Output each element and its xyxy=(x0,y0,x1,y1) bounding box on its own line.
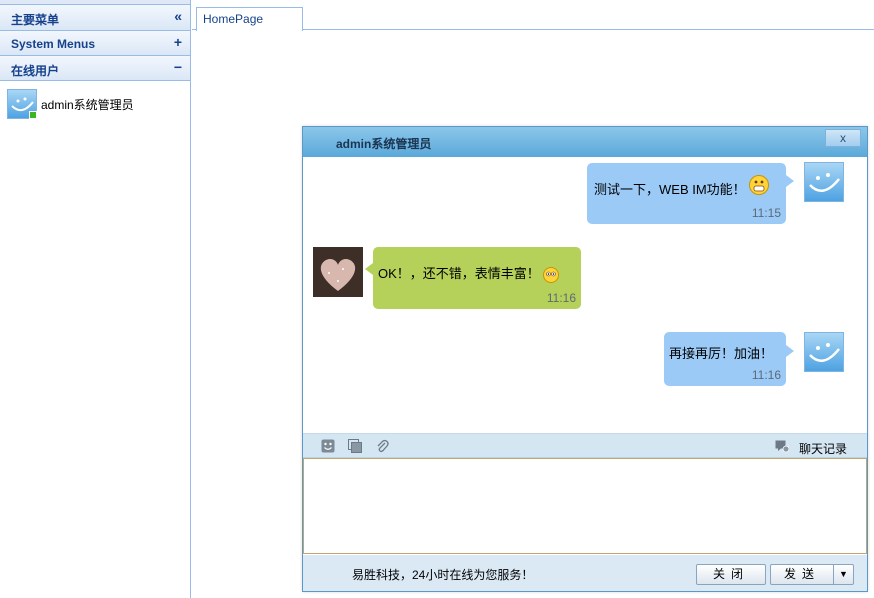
panel-online-users[interactable]: 在线用户 − xyxy=(0,56,190,81)
chat-window: admin系统管理员 x 测试一下，WEB IM功能！ 11:15 OK！，还不… xyxy=(302,126,868,592)
grin-emoji-icon xyxy=(749,174,770,195)
footer-text: 易胜科技，24小时在线为您服务！ xyxy=(352,568,534,582)
panel-title: System Menus xyxy=(11,37,96,51)
send-button-label: 发送 xyxy=(783,567,820,581)
chat-title: admin系统管理员 xyxy=(336,137,432,151)
online-user-item[interactable]: admin系统管理员 xyxy=(7,89,190,121)
collapse-icon[interactable]: − xyxy=(174,59,182,75)
chat-footer: 易胜科技，24小时在线为您服务！ 关闭 发送 ▼ xyxy=(303,555,867,591)
message-text: 测试一下，WEB IM功能！ xyxy=(594,174,770,201)
avatar xyxy=(313,247,363,297)
online-user-list: admin系统管理员 xyxy=(0,81,190,121)
message-bubble: OK！，还不错，表情丰富！ 11:16 xyxy=(373,247,581,309)
bubble-arrow xyxy=(786,175,794,187)
online-user-name: admin系统管理员 xyxy=(41,98,134,112)
message-list[interactable]: 测试一下，WEB IM功能！ 11:15 OK！，还不错，表情丰富！ 11:16… xyxy=(303,157,867,434)
chat-history-icon[interactable] xyxy=(775,439,790,453)
shy-emoji-icon xyxy=(543,266,560,283)
attachment-icon[interactable] xyxy=(375,439,389,453)
panel-system-menus[interactable]: System Menus + xyxy=(0,31,190,56)
chevron-down-icon[interactable]: ▼ xyxy=(833,565,853,584)
panel-main-menu[interactable]: 主要菜单 « xyxy=(0,5,190,31)
tab-bar: HomePage xyxy=(192,0,874,31)
avatar xyxy=(804,332,844,372)
avatar xyxy=(804,162,844,202)
image-icon[interactable] xyxy=(348,439,362,453)
chat-window-header[interactable]: admin系统管理员 x xyxy=(303,127,867,157)
message-text: OK！，还不错，表情丰富！ xyxy=(378,263,560,283)
left-sidebar: 主要菜单 « System Menus + 在线用户 − admin系统管理员 xyxy=(0,0,191,598)
chat-toolbar: 聊天记录 xyxy=(303,434,867,458)
online-status-icon xyxy=(29,111,37,119)
tab-homepage[interactable]: HomePage xyxy=(196,7,303,31)
message-bubble: 测试一下，WEB IM功能！ 11:15 xyxy=(587,163,786,224)
send-button[interactable]: 发送 ▼ xyxy=(770,564,854,585)
message-input[interactable] xyxy=(303,458,867,554)
expand-icon[interactable]: + xyxy=(174,34,182,50)
chat-history-link[interactable]: 聊天记录 xyxy=(799,440,847,457)
emoji-icon[interactable] xyxy=(321,439,335,453)
close-icon[interactable]: x xyxy=(825,129,861,147)
message-bubble: 再接再厉！加油！ 11:16 xyxy=(664,332,786,386)
message-time: 11:16 xyxy=(751,368,781,382)
message-time: 11:15 xyxy=(751,206,781,220)
panel-title: 主要菜单 xyxy=(11,13,60,27)
panel-title: 在线用户 xyxy=(11,64,60,78)
bubble-arrow xyxy=(786,345,794,357)
close-button[interactable]: 关闭 xyxy=(696,564,766,585)
message-text: 再接再厉！加油！ xyxy=(669,346,774,361)
bubble-arrow xyxy=(365,263,373,275)
tab-label: HomePage xyxy=(203,12,264,26)
message-time: 11:16 xyxy=(546,291,576,305)
collapse-left-icon[interactable]: « xyxy=(174,8,182,24)
